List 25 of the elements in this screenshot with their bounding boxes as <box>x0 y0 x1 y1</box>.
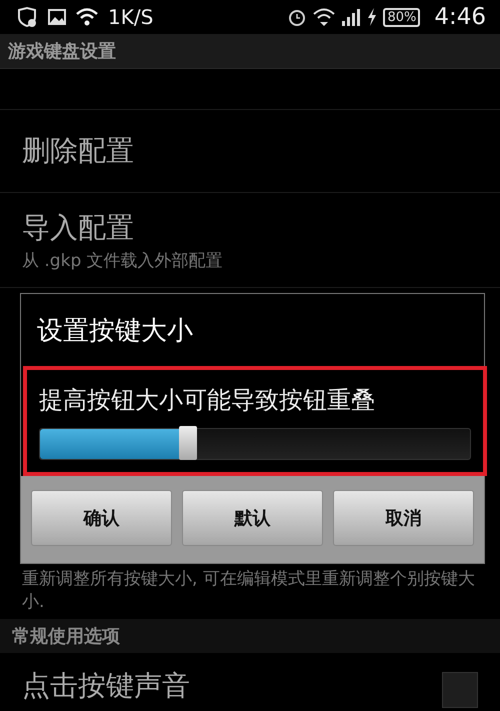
alarm-clock-icon <box>287 7 308 27</box>
wifi-icon <box>313 7 336 27</box>
setting-summary: 重新调整所有按键大小, 可在编辑模式里重新调整个别按键大小. <box>22 568 476 613</box>
screen-title: 游戏键盘设置 <box>8 40 116 63</box>
signal-icon <box>341 8 362 26</box>
dialog-button[interactable]: 确认 <box>31 490 172 546</box>
size-slider[interactable] <box>39 428 471 460</box>
battery-indicator: 80% <box>383 8 420 26</box>
dialog-button[interactable]: 取消 <box>333 490 474 546</box>
setting-title[interactable]: 导入配置 <box>22 208 478 246</box>
setting-title[interactable]: 删除配置 <box>22 132 478 170</box>
wifi-icon <box>76 8 98 26</box>
section-title: 常规使用选项 <box>12 625 120 648</box>
setting-title[interactable]: 点击按键声音 <box>22 666 190 704</box>
shield-icon <box>16 6 38 28</box>
checkbox[interactable] <box>442 672 478 708</box>
setting-summary: 从 .gkp 文件载入外部配置 <box>22 250 224 272</box>
slider-thumb[interactable] <box>179 426 198 460</box>
clock-time: 4:46 <box>434 4 486 30</box>
network-speed: 1K/S <box>108 5 154 29</box>
image-icon <box>48 9 66 25</box>
charging-icon <box>367 8 378 26</box>
dialog-message: 提高按钮大小可能导致按钮重叠 <box>39 385 376 416</box>
dialog-title: 设置按键大小 <box>37 314 193 348</box>
dialog-button[interactable]: 默认 <box>182 490 323 546</box>
